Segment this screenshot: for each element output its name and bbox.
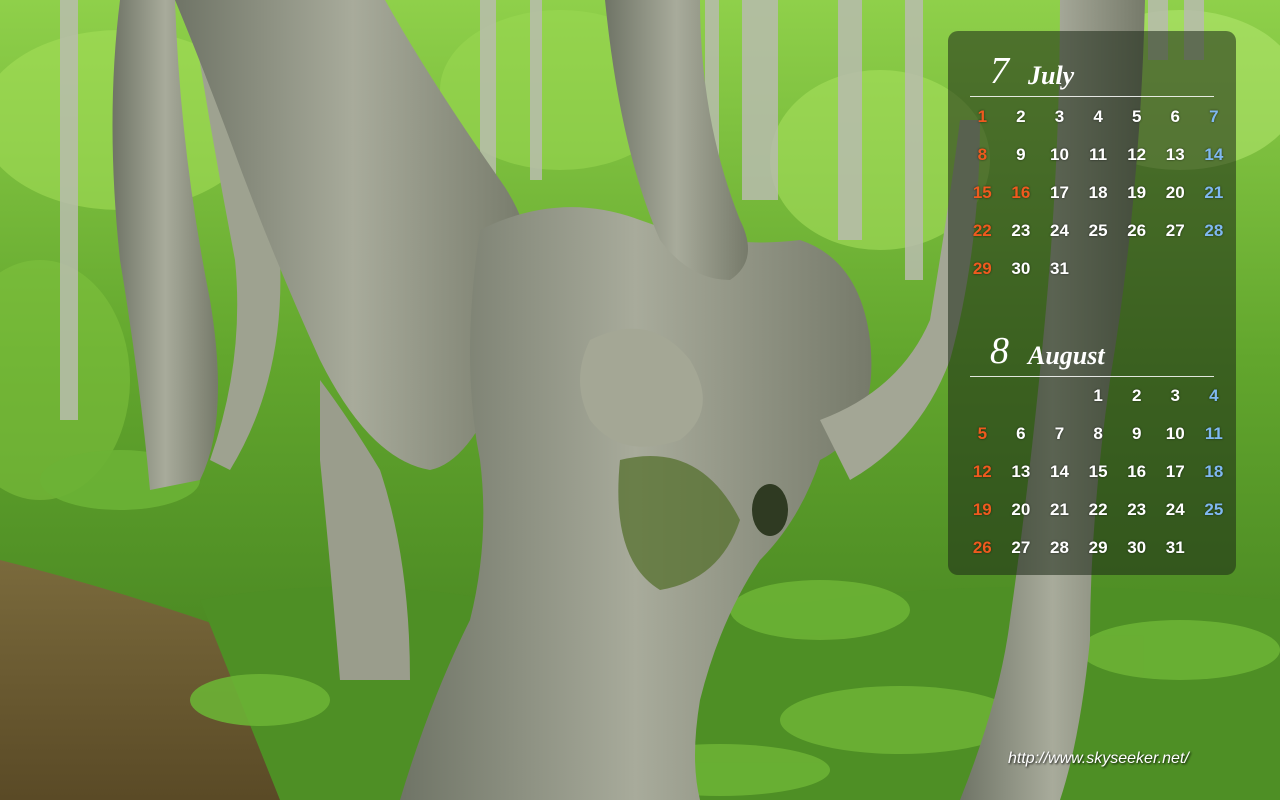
calendar-day: 7 bbox=[1209, 107, 1219, 126]
calendar-day: 10 bbox=[1165, 424, 1185, 443]
day-blank bbox=[1002, 377, 1041, 415]
calendar-day: 3 bbox=[1170, 386, 1180, 405]
calendar-day: 19 bbox=[1127, 183, 1147, 202]
calendar-day: 25 bbox=[1204, 500, 1224, 519]
calendar-day: 3 bbox=[1054, 107, 1065, 126]
calendar-day: 15 bbox=[972, 183, 992, 202]
calendar-day: 31 bbox=[1165, 538, 1185, 557]
calendar-day: 24 bbox=[1165, 500, 1185, 519]
month-name: August bbox=[1028, 341, 1105, 370]
calendar-day: 8 bbox=[977, 145, 988, 164]
day-blank bbox=[1040, 377, 1079, 415]
calendar-day: 10 bbox=[1050, 145, 1069, 164]
calendar-day: 26 bbox=[972, 538, 992, 557]
calendar-day: 21 bbox=[1050, 500, 1069, 519]
calendar-day: 20 bbox=[1011, 500, 1031, 519]
calendar-day: 2 bbox=[1016, 107, 1026, 126]
calendar-day: 11 bbox=[1204, 424, 1223, 443]
website-url: http://www.skyseeker.net/ bbox=[1008, 750, 1189, 767]
calendar-day: 1 bbox=[1093, 386, 1103, 405]
calendar-day: 30 bbox=[1127, 538, 1147, 557]
calendar-day: 30 bbox=[1011, 259, 1031, 278]
day-grid-july: 1 2 3 4 5 6 7 8 9 10 11 12 13 14 15 16 17 18 19 20 21 22 23 24 2… bbox=[963, 98, 1233, 288]
calendar-day: 28 bbox=[1204, 221, 1224, 240]
calendar-day: 12 bbox=[1127, 145, 1147, 164]
month-number: 8 bbox=[990, 330, 1009, 372]
calendar-day: 28 bbox=[1050, 538, 1069, 557]
trunk-hollow bbox=[752, 484, 788, 536]
calendar-day: 18 bbox=[1088, 183, 1108, 202]
calendar-day: 20 bbox=[1165, 183, 1185, 202]
calendar-day: 4 bbox=[1093, 107, 1103, 126]
calendar-day: 13 bbox=[1011, 462, 1031, 481]
calendar-day: 19 bbox=[972, 500, 992, 519]
calendar-day: 25 bbox=[1088, 221, 1108, 240]
calendar-day: 14 bbox=[1204, 145, 1224, 164]
calendar-day: 17 bbox=[1165, 462, 1185, 481]
calendar-day: 9 bbox=[1016, 145, 1026, 164]
calendar-day: 22 bbox=[1088, 500, 1108, 519]
calendar-day: 27 bbox=[1165, 221, 1185, 240]
calendar-day: 13 bbox=[1165, 145, 1185, 164]
calendar-day: 27 bbox=[1011, 538, 1031, 557]
day-blank bbox=[963, 377, 1002, 415]
calendar-day: 7 bbox=[1054, 424, 1065, 443]
calendar-day: 17 bbox=[1050, 183, 1069, 202]
calendar-day: 5 bbox=[977, 424, 988, 443]
desktop-wallpaper: 7 July 1 2 3 4 5 6 7 8 9 10 11 12 13 14 15 16 17 18 19 20 21… bbox=[0, 0, 1280, 800]
calendar-day: 24 bbox=[1050, 221, 1069, 240]
calendar-day: 29 bbox=[972, 259, 992, 278]
calendar-day: 16 bbox=[1011, 183, 1031, 202]
calendar-day: 5 bbox=[1131, 107, 1142, 126]
month-header-august: 8 August bbox=[990, 331, 1220, 371]
calendar-day: 26 bbox=[1127, 221, 1147, 240]
calendar-day: 6 bbox=[1170, 107, 1180, 126]
calendar-day: 6 bbox=[1016, 424, 1026, 443]
calendar-day: 23 bbox=[1011, 221, 1031, 240]
calendar-day: 22 bbox=[972, 221, 992, 240]
calendar-day: 29 bbox=[1088, 538, 1108, 557]
day-grid-august: 1 2 3 4 5 6 7 8 9 10 11 12 13 14 15 16 17 18 19 20 21 22 23 24 2… bbox=[963, 377, 1233, 567]
calendar-day: 12 bbox=[972, 462, 992, 481]
calendar-day: 16 bbox=[1127, 462, 1147, 481]
calendar-day: 2 bbox=[1131, 386, 1142, 405]
calendar-day: 23 bbox=[1127, 500, 1147, 519]
calendar-day: 31 bbox=[1050, 259, 1069, 278]
month-number: 7 bbox=[990, 50, 1009, 92]
calendar-day: 15 bbox=[1088, 462, 1108, 481]
calendar-day: 11 bbox=[1089, 145, 1108, 164]
month-divider bbox=[970, 96, 1214, 97]
calendar-day: 8 bbox=[1093, 424, 1103, 443]
calendar-day: 18 bbox=[1204, 462, 1224, 481]
calendar-day: 9 bbox=[1131, 424, 1142, 443]
month-name: July bbox=[1028, 61, 1075, 90]
calendar-day: 14 bbox=[1050, 462, 1069, 481]
calendar-day: 4 bbox=[1209, 386, 1219, 405]
calendar-day: 21 bbox=[1204, 183, 1224, 202]
calendar-day: 1 bbox=[977, 107, 988, 126]
month-header-july: 7 July bbox=[990, 51, 1220, 91]
